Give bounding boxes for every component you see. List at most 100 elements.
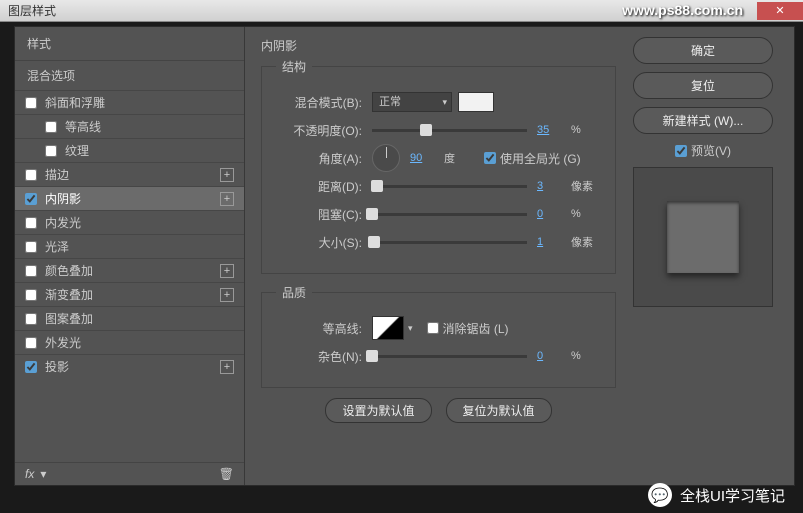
reset-default-button[interactable]: 复位为默认值 [446, 398, 552, 423]
style-checkbox[interactable] [45, 121, 57, 133]
style-checkbox[interactable] [25, 289, 37, 301]
style-checkbox[interactable] [25, 313, 37, 325]
style-checkbox[interactable] [25, 169, 37, 181]
ok-button[interactable]: 确定 [633, 37, 773, 64]
sidebar-item-label: 描边 [45, 166, 69, 183]
styles-sidebar: 样式 混合选项 斜面和浮雕等高线纹理描边 + 内阴影 + 内发光光泽颜色叠加 + 渐变叠加 +… [15, 27, 245, 485]
noise-unit: % [571, 350, 601, 362]
opacity-label: 不透明度(O): [276, 122, 362, 139]
sidebar-item-10[interactable]: 外发光 [15, 330, 244, 354]
size-unit: 像素 [571, 234, 601, 250]
sidebar-item-11[interactable]: 投影 + [15, 354, 244, 378]
watermark: www.ps88.com.cn [622, 2, 743, 18]
wechat-icon: 💬 [648, 483, 672, 507]
antialias-checkbox[interactable]: 消除锯齿 (L) [427, 320, 509, 337]
preview-swatch [667, 201, 739, 273]
sidebar-item-label: 投影 [45, 358, 69, 375]
sidebar-item-6[interactable]: 光泽 [15, 234, 244, 258]
quality-group: 品质 等高线: ▾ 消除锯齿 (L) 杂色(N): 0 % [261, 284, 616, 388]
style-checkbox[interactable] [45, 145, 57, 157]
choke-value[interactable]: 0 [537, 208, 571, 220]
distance-unit: 像素 [571, 178, 601, 194]
make-default-button[interactable]: 设置为默认值 [325, 398, 431, 423]
contour-label: 等高线: [276, 320, 362, 337]
distance-slider[interactable] [372, 185, 527, 188]
add-instance-button[interactable]: + [220, 264, 234, 278]
sidebar-item-label: 图案叠加 [45, 310, 93, 327]
fx-icon[interactable]: fx [25, 467, 34, 481]
sidebar-item-label: 内发光 [45, 214, 81, 231]
opacity-slider[interactable] [372, 129, 527, 132]
sidebar-item-label: 等高线 [65, 118, 101, 135]
add-instance-button[interactable]: + [220, 288, 234, 302]
style-checkbox[interactable] [25, 193, 37, 205]
content-area: 内阴影 结构 混合模式(B): 正常 不透明度(O): 35 % 角度(A): [245, 27, 794, 485]
main-dialog: 样式 混合选项 斜面和浮雕等高线纹理描边 + 内阴影 + 内发光光泽颜色叠加 + 渐变叠加 +… [14, 26, 795, 486]
size-slider[interactable] [372, 241, 527, 244]
opacity-unit: % [571, 124, 601, 136]
add-instance-button[interactable]: + [220, 168, 234, 182]
choke-unit: % [571, 208, 601, 220]
angle-label: 角度(A): [276, 150, 362, 167]
sidebar-item-label: 内阴影 [45, 190, 81, 207]
sidebar-item-label: 渐变叠加 [45, 286, 93, 303]
sidebar-header: 样式 [15, 27, 244, 60]
angle-unit: 度 [444, 150, 474, 166]
window-title: 图层样式 [8, 2, 56, 19]
sidebar-item-3[interactable]: 描边 + [15, 162, 244, 186]
global-light-checkbox[interactable]: 使用全局光 (G) [484, 150, 581, 167]
sidebar-item-0[interactable]: 斜面和浮雕 [15, 90, 244, 114]
blend-mode-label: 混合模式(B): [276, 94, 362, 111]
style-checkbox[interactable] [25, 217, 37, 229]
effect-title: 内阴影 [261, 37, 616, 54]
new-style-button[interactable]: 新建样式 (W)... [633, 107, 773, 134]
distance-label: 距离(D): [276, 178, 362, 195]
sidebar-item-5[interactable]: 内发光 [15, 210, 244, 234]
trash-icon[interactable]: 🗑 [219, 467, 234, 481]
settings-panel: 内阴影 结构 混合模式(B): 正常 不透明度(O): 35 % 角度(A): [261, 37, 616, 475]
sidebar-item-8[interactable]: 渐变叠加 + [15, 282, 244, 306]
preview-checkbox[interactable]: 预览(V) [675, 142, 731, 159]
close-button[interactable]: ✕ [757, 2, 803, 20]
style-checkbox[interactable] [25, 97, 37, 109]
chevron-down-icon[interactable]: ▾ [408, 323, 413, 334]
sidebar-item-4[interactable]: 内阴影 + [15, 186, 244, 210]
distance-value[interactable]: 3 [537, 180, 571, 192]
sidebar-footer: fx ▾ 🗑 [15, 462, 244, 485]
right-column: 确定 复位 新建样式 (W)... 预览(V) [628, 37, 778, 475]
preview-box [633, 167, 773, 307]
sidebar-item-2[interactable]: 纹理 [15, 138, 244, 162]
sidebar-item-label: 纹理 [65, 142, 89, 159]
style-checkbox[interactable] [25, 265, 37, 277]
style-checkbox[interactable] [25, 337, 37, 349]
cancel-button[interactable]: 复位 [633, 72, 773, 99]
noise-value[interactable]: 0 [537, 350, 571, 362]
style-checkbox[interactable] [25, 361, 37, 373]
blend-mode-select[interactable]: 正常 [372, 92, 452, 112]
add-instance-button[interactable]: + [220, 360, 234, 374]
size-label: 大小(S): [276, 234, 362, 251]
angle-value[interactable]: 90 [410, 152, 444, 164]
style-checkbox[interactable] [25, 241, 37, 253]
sidebar-item-7[interactable]: 颜色叠加 + [15, 258, 244, 282]
opacity-value[interactable]: 35 [537, 124, 571, 136]
titlebar: 图层样式 www.ps88.com.cn ✕ [0, 0, 803, 22]
size-value[interactable]: 1 [537, 236, 571, 248]
sidebar-item-9[interactable]: 图案叠加 [15, 306, 244, 330]
sidebar-item-1[interactable]: 等高线 [15, 114, 244, 138]
quality-legend: 品质 [276, 284, 312, 301]
sidebar-item-label: 外发光 [45, 334, 81, 351]
credit: 💬 全栈UI学习笔记 [648, 483, 785, 507]
structure-legend: 结构 [276, 58, 312, 75]
sidebar-item-label: 斜面和浮雕 [45, 94, 105, 111]
chevron-down-icon[interactable]: ▾ [40, 467, 46, 481]
contour-picker[interactable] [372, 316, 404, 340]
shadow-color-swatch[interactable] [458, 92, 494, 112]
noise-slider[interactable] [372, 355, 527, 358]
add-instance-button[interactable]: + [220, 192, 234, 206]
angle-dial[interactable] [372, 144, 400, 172]
noise-label: 杂色(N): [276, 348, 362, 365]
sidebar-blend-options[interactable]: 混合选项 [15, 60, 244, 90]
choke-slider[interactable] [372, 213, 527, 216]
sidebar-item-label: 颜色叠加 [45, 262, 93, 279]
